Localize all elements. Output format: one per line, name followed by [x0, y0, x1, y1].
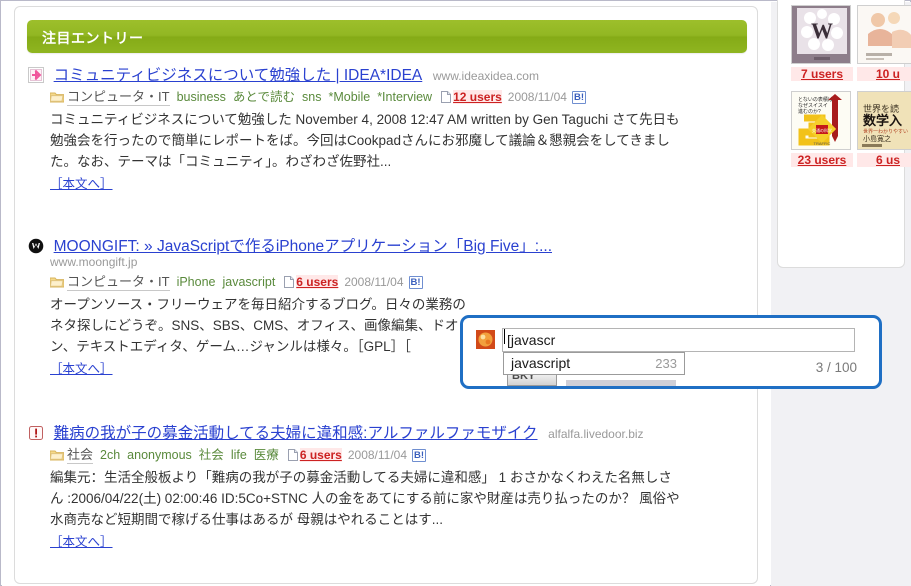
entry-title-line: 難病の我が子の募金活動してる夫婦に違和感:アルファルファモザイク alfalfa… — [28, 421, 746, 443]
section-header: 注目エントリー — [27, 20, 747, 53]
entry-meta-row: コンピュータ・IT business あとで読む sns *Mobile *Intervi… — [49, 88, 746, 106]
entry-meta-row: 社会 2ch anonymous 社会 life 医療 6 users 2008/11/04… — [49, 446, 746, 464]
svg-text:TRAFFIC: TRAFFIC — [814, 141, 831, 146]
folder-icon — [49, 90, 65, 103]
entry-read-more-link[interactable]: ［本文へ］ — [50, 531, 746, 550]
text-caret — [504, 329, 505, 344]
entry-item: コミュニティビジネスについて勉強した | IDEA*IDEA www.ideax… — [28, 63, 746, 192]
document-icon — [287, 448, 298, 461]
book-item: とないの表積は なぜスイスイ 進むのか? 交通の科学 TRAFFIC 23 us… — [791, 91, 853, 167]
users-count-link[interactable]: 6 users — [296, 275, 339, 289]
tag-entry-popup: BKY [javascr javascript 233 3 / 100 — [460, 315, 882, 389]
book-item: 世界を読 数学入 世界一わかりやすい 小島寛之 6 us — [857, 91, 911, 167]
entry-tag[interactable]: business — [177, 90, 226, 104]
entry-summary: 編集元：生活全般板より「難病の我が子の募金活動してる夫婦に違和感」 1 おさかな… — [50, 470, 680, 527]
svg-text:進むのか?: 進むのか? — [798, 108, 821, 115]
entry-item: 難病の我が子の募金活動してる夫婦に違和感:アルファルファモザイク alfalfa… — [28, 421, 746, 550]
entry-category-link[interactable]: コンピュータ・IT — [67, 274, 170, 291]
entry-summary: コミュニティビジネスについて勉強した November 4, 2008 12:4… — [50, 112, 680, 169]
folder-icon — [49, 448, 65, 461]
entry-title-link[interactable]: MOONGIFT: » JavaScriptで作るiPhoneアプリケーション「… — [54, 238, 552, 255]
autocomplete-option-label: javascript — [511, 355, 571, 371]
bookmark-badge[interactable]: B! — [408, 276, 423, 289]
bookmark-badge[interactable]: B! — [412, 449, 427, 462]
entries-panel: 注目エントリー コミュニティビジネスについて勉強した | IDEA*IDEA w… — [14, 6, 758, 584]
bookmark-badge[interactable]: B! — [571, 91, 586, 104]
svg-text:世界一わかりやすい: 世界一わかりやすい — [863, 128, 908, 135]
autocomplete-dropdown[interactable]: javascript 233 — [503, 352, 685, 375]
obscured-link-strip — [566, 380, 676, 386]
book-cover-thumbnail[interactable]: W — [791, 5, 851, 64]
entry-tag[interactable]: 2ch — [100, 448, 120, 462]
pink-asterisk-icon — [28, 67, 44, 83]
book-cover-thumbnail[interactable]: 世界を読 数学入 世界一わかりやすい 小島寛之 — [857, 91, 911, 150]
entry-title-line: コミュニティビジネスについて勉強した | IDEA*IDEA www.ideax… — [28, 63, 746, 85]
entry-title-line: MOONGIFT: » JavaScriptで作るiPhoneアプリケーション「… — [28, 234, 746, 256]
svg-text:とないの表積は: とないの表積は — [798, 96, 833, 103]
page-title: 注目エントリー — [42, 30, 144, 46]
character-counter: 3 / 100 — [815, 360, 857, 375]
book-cover-thumbnail[interactable] — [857, 5, 911, 64]
entry-category-link[interactable]: 社会 — [67, 447, 94, 464]
svg-text:数学入: 数学入 — [863, 113, 902, 128]
book-item: W 7 users — [791, 5, 853, 81]
entry-meta-row: コンピュータ・IT iPhone javascript 6 users 2008/11… — [49, 273, 746, 291]
autocomplete-option[interactable]: javascript 233 — [504, 353, 684, 374]
entry-read-more-link[interactable]: ［本文へ］ — [50, 173, 746, 192]
book-item: 10 u — [857, 5, 911, 81]
book-users-link[interactable]: 6 us — [857, 153, 911, 167]
book-users-link[interactable]: 10 u — [857, 67, 911, 81]
users-count-link[interactable]: 6 users — [299, 448, 342, 462]
sidebar-books-panel: W 7 users 10 u とないの表積は なぜスイスイ 進むのか? 交通の科… — [777, 0, 911, 268]
svg-text:交通の科学: 交通の科学 — [812, 127, 832, 133]
entry-tag[interactable]: 社会 — [199, 448, 224, 462]
book-users-link[interactable]: 23 users — [791, 153, 853, 167]
tag-search-input[interactable]: [javascr — [502, 328, 855, 352]
book-cover-thumbnail[interactable]: とないの表積は なぜスイスイ 進むのか? 交通の科学 TRAFFIC — [791, 91, 851, 150]
right-sidebar: W 7 users 10 u とないの表積は なぜスイスイ 進むのか? 交通の科… — [771, 0, 911, 586]
entry-tag[interactable]: anonymous — [127, 448, 192, 462]
hatena-bookmark-icon — [476, 330, 495, 349]
tag-search-input-value: [javascr — [507, 332, 556, 348]
users-count-link[interactable]: 12 users — [453, 90, 502, 104]
entry-tag[interactable]: sns — [302, 90, 321, 104]
moongift-circle-m-icon — [28, 238, 44, 254]
document-icon — [284, 275, 295, 288]
entry-title-link[interactable]: コミュニティビジネスについて勉強した | IDEA*IDEA — [54, 67, 423, 84]
entry-domain: www.moongift.jp — [50, 255, 138, 269]
entry-category-link[interactable]: コンピュータ・IT — [67, 89, 170, 106]
main-content-column: 注目エントリー コミュニティビジネスについて勉強した | IDEA*IDEA w… — [2, 2, 770, 586]
entry-tag[interactable]: life — [231, 448, 247, 462]
entry-tag[interactable]: iPhone — [177, 275, 216, 289]
entry-date: 2008/11/04 — [344, 275, 404, 289]
entry-tag[interactable]: *Mobile — [329, 90, 371, 104]
page-frame: 注目エントリー コミュニティビジネスについて勉強した | IDEA*IDEA w… — [0, 0, 911, 586]
entry-domain: www.ideaxidea.com — [432, 69, 539, 83]
svg-text:W: W — [811, 18, 833, 43]
entry-summary: オープンソース・フリーウェアを毎日紹介するブログ。日々の業務のネタ探しにどうぞ。… — [50, 297, 466, 354]
entry-title-link[interactable]: 難病の我が子の募金活動してる夫婦に違和感:アルファルファモザイク — [54, 425, 538, 442]
entry-date: 2008/11/04 — [507, 90, 567, 104]
svg-text:なぜスイスイ: なぜスイスイ — [798, 102, 828, 109]
entry-tag[interactable]: javascript — [223, 275, 276, 289]
book-users-link[interactable]: 7 users — [791, 67, 853, 81]
entry-tag[interactable]: あとで読む — [233, 90, 295, 104]
entry-tag[interactable]: 医療 — [254, 448, 279, 462]
red-exclamation-icon — [28, 425, 44, 441]
autocomplete-option-count: 233 — [655, 356, 677, 371]
entry-domain: alfalfa.livedoor.biz — [548, 427, 644, 441]
entry-date: 2008/11/04 — [347, 448, 408, 462]
svg-text:小島寛之: 小島寛之 — [863, 134, 891, 143]
document-icon — [441, 90, 452, 103]
entry-tag[interactable]: *Interview — [377, 90, 432, 104]
folder-icon — [49, 275, 65, 288]
